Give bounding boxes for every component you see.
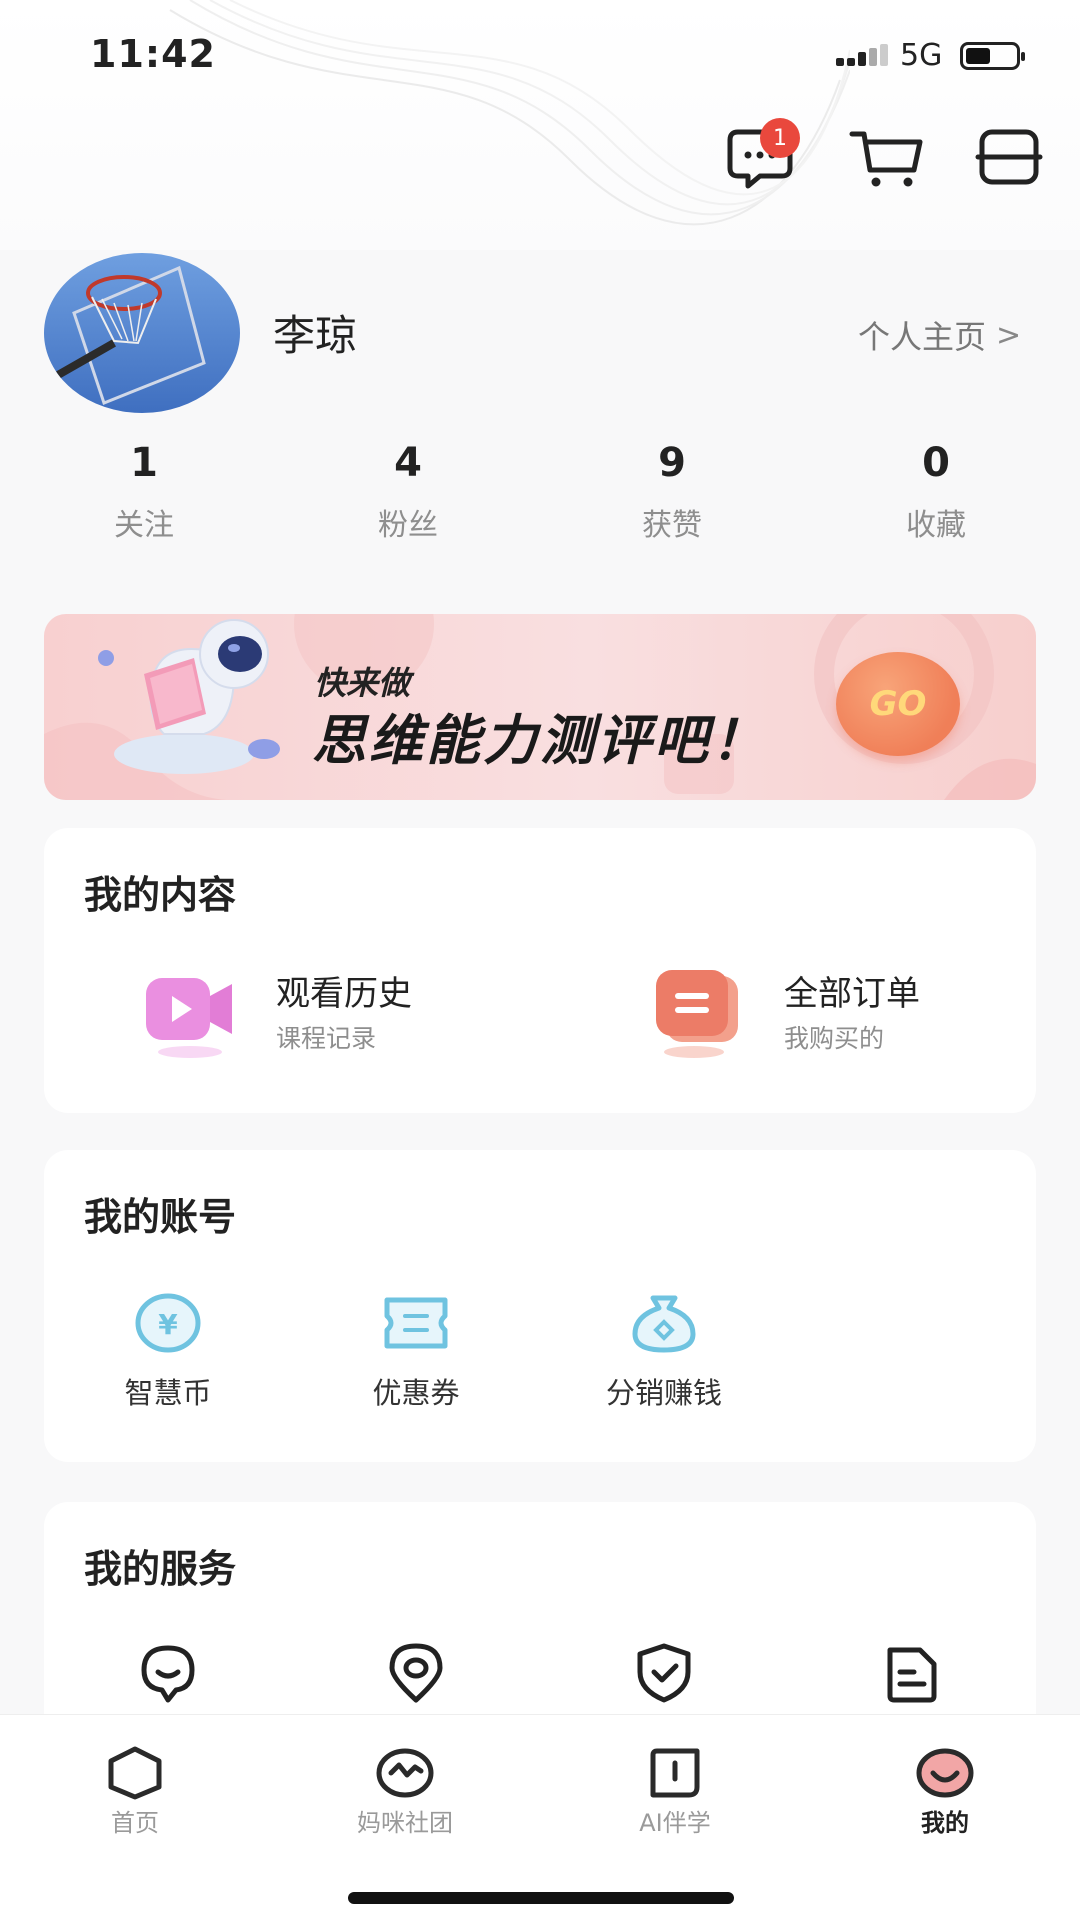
watch-history-label: 观看历史: [276, 973, 412, 1014]
tab-home-label: 首页: [111, 1809, 159, 1837]
stat-value: 0: [922, 440, 950, 486]
status-bar: 11:42 5G: [0, 0, 1080, 110]
coupon-label: 优惠券: [372, 1376, 460, 1410]
tab-mine[interactable]: 我的: [845, 1745, 1045, 1838]
network-type: 5G: [900, 38, 943, 73]
personal-homepage-link[interactable]: 个人主页 >: [858, 312, 1021, 358]
distribution-earn-label: 分销赚钱: [605, 1376, 722, 1410]
tab-ai-study[interactable]: AI伴学: [575, 1745, 775, 1838]
personal-homepage-label: 个人主页: [858, 318, 987, 356]
watch-history-sub: 课程记录: [276, 1023, 377, 1053]
home-icon: [108, 1746, 162, 1800]
stat-fans[interactable]: 4 粉丝: [308, 440, 508, 550]
community-icon: [376, 1748, 434, 1798]
ai-study-icon: [650, 1748, 700, 1798]
battery-icon: [960, 42, 1025, 70]
all-orders-label: 全部订单: [784, 973, 920, 1014]
my-account-title: 我的账号: [84, 1195, 237, 1239]
banner-title: 思维能力测评吧！: [312, 709, 768, 772]
stat-label: 粉丝: [378, 508, 438, 543]
my-account-card: 我的账号 ¥ 智慧币 优惠券 分销赚钱: [44, 1150, 1036, 1462]
distribution-earn-item[interactable]: 分销赚钱: [540, 1292, 788, 1412]
astronaut-illustration: [98, 619, 280, 774]
service-item-address[interactable]: [292, 1642, 540, 1704]
menu-icon[interactable]: [970, 118, 1050, 198]
coupon-item[interactable]: 优惠券: [292, 1292, 540, 1412]
service-item-document[interactable]: [788, 1642, 1036, 1704]
watch-history-item[interactable]: 观看历史 课程记录: [140, 960, 412, 1060]
svg-text:¥: ¥: [158, 1308, 178, 1341]
bottom-tab-bar: 首页 妈咪社团 AI伴学 我的: [0, 1714, 1080, 1920]
wisdom-coin-item[interactable]: ¥ 智慧币: [44, 1292, 292, 1412]
avatar[interactable]: [44, 253, 240, 413]
stat-following[interactable]: 1 关注: [44, 440, 244, 550]
video-icon: [146, 978, 232, 1058]
stat-label: 获赞: [642, 508, 702, 543]
stat-likes[interactable]: 9 获赞: [572, 440, 772, 550]
mine-icon: [916, 1748, 974, 1798]
stat-label: 收藏: [906, 508, 966, 543]
all-orders-item[interactable]: 全部订单 我购买的: [648, 960, 920, 1060]
order-icon: [656, 970, 738, 1058]
service-item-security[interactable]: [540, 1642, 788, 1704]
tab-community[interactable]: 妈咪社团: [305, 1745, 505, 1838]
coin-icon: ¥: [135, 1293, 201, 1353]
chat-service-icon: [141, 1645, 195, 1703]
stat-favorites[interactable]: 0 收藏: [836, 440, 1036, 550]
message-badge: 1: [760, 118, 800, 158]
my-content-card: 我的内容 观看历史 课程记录 全部订单 我购买的: [44, 828, 1036, 1113]
status-time: 11:42: [90, 32, 216, 76]
document-icon: [887, 1647, 937, 1703]
money-bag-icon: [632, 1295, 696, 1353]
cart-icon[interactable]: [848, 118, 928, 198]
go-button[interactable]: GO: [836, 652, 960, 756]
assessment-banner[interactable]: 快来做 思维能力测评吧！ GO: [44, 614, 1036, 800]
username: 李琼: [273, 311, 358, 360]
my-content-title: 我的内容: [84, 873, 237, 917]
stat-value: 1: [130, 440, 158, 486]
stat-label: 关注: [114, 508, 174, 543]
tab-ai-study-label: AI伴学: [639, 1809, 711, 1837]
stat-value: 9: [658, 440, 686, 486]
chevron-right-icon: >: [996, 317, 1022, 353]
home-indicator[interactable]: [348, 1892, 734, 1904]
tab-mine-label: 我的: [921, 1809, 969, 1837]
my-service-title: 我的服务: [84, 1547, 237, 1591]
signal-icon: [836, 44, 888, 66]
tab-home[interactable]: 首页: [35, 1745, 235, 1838]
wisdom-coin-label: 智慧币: [124, 1376, 212, 1410]
service-item-chat[interactable]: [44, 1642, 292, 1704]
shield-icon: [637, 1643, 691, 1703]
tab-community-label: 妈咪社团: [357, 1809, 453, 1837]
location-icon: [389, 1643, 443, 1703]
all-orders-sub: 我购买的: [784, 1023, 885, 1053]
profile-stats: 1 关注 4 粉丝 9 获赞 0 收藏: [44, 440, 1036, 550]
coupon-icon: [384, 1297, 448, 1349]
stat-value: 4: [394, 440, 422, 486]
